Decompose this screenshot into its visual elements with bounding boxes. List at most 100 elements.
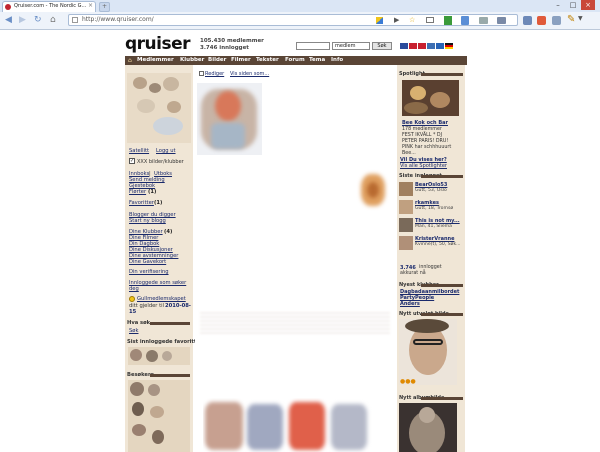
logged-now: akkurat nå — [400, 271, 426, 276]
user-avatar[interactable] — [399, 200, 413, 214]
flag-finland-icon[interactable] — [427, 43, 435, 49]
minimize-button[interactable]: – — [551, 0, 565, 10]
url-text: http://www.qruiser.com/ — [82, 16, 154, 23]
home-icon[interactable]: ⌂ — [50, 15, 56, 25]
reload-icon[interactable]: ↻ — [34, 15, 42, 25]
gold-membership-link[interactable]: Gullmedlemskapet — [137, 296, 186, 302]
newest-album-photo[interactable] — [399, 403, 457, 452]
flag-denmark-icon[interactable] — [418, 43, 426, 49]
satellite-link[interactable]: Satellitt — [129, 148, 149, 154]
image-strip[interactable] — [203, 398, 391, 452]
user-avatar[interactable] — [399, 218, 413, 232]
nav-forum[interactable]: Forum — [285, 57, 305, 63]
search-button[interactable]: Søk — [372, 42, 392, 50]
maximize-button[interactable]: □ — [566, 0, 580, 10]
spotlight-desc-4: Bee... — [402, 151, 416, 156]
main-nav: ⌂ Medlemmer Klubber Bilder Filmer Tekste… — [125, 56, 467, 65]
user-avatar[interactable] — [399, 182, 413, 196]
user-info: Kvinne(t), 50, Søk... — [415, 242, 461, 247]
profile-main-photo[interactable] — [197, 83, 262, 155]
flag-germany-icon[interactable] — [445, 43, 453, 49]
flag-uk-icon[interactable] — [400, 43, 408, 49]
start-blog-link[interactable]: Start ny blogg — [129, 218, 166, 224]
newest-photo[interactable] — [399, 319, 457, 385]
user-info: Gutt, 53, Oslo — [415, 188, 447, 193]
extension-red-icon[interactable] — [537, 16, 546, 25]
search-link[interactable]: Søk — [129, 328, 138, 334]
rating-stars: ●●● — [400, 378, 416, 385]
heading-bar — [150, 322, 190, 325]
gold-date-2: 15 — [129, 309, 137, 315]
user-avatar[interactable] — [399, 236, 413, 250]
gold-smiley-icon — [129, 296, 135, 302]
close-window-button[interactable]: × — [581, 0, 595, 10]
search-type-select[interactable]: medlem — [332, 42, 370, 50]
verification-link[interactable]: Din verifisering — [129, 269, 169, 275]
spotlight-club-name[interactable]: Bee Kok och Bar — [402, 120, 448, 126]
spotlight-desc-2: PETER PARIS! DRU! — [402, 139, 449, 144]
my-gifts-link[interactable]: Dine Gavekort — [129, 259, 166, 265]
favorites-link[interactable]: Favoritter — [129, 200, 154, 206]
page-icon — [72, 17, 78, 23]
camera-icon[interactable] — [523, 16, 532, 25]
profile-photo-blurred[interactable] — [127, 73, 191, 143]
search-heading: Hva søk — [127, 320, 151, 326]
logged-in-count: 3.746 innlogget — [200, 45, 249, 51]
members-count: 105.430 medlemmer — [200, 38, 264, 44]
spotlight-members: 178 medlemmer — [402, 127, 442, 132]
nav-info[interactable]: Info — [331, 57, 343, 63]
tab-title: Qruiser.com - The Nordic G... — [14, 3, 87, 9]
tabs-icon[interactable] — [497, 17, 506, 24]
browser-tab[interactable]: Qruiser.com - The Nordic G... × — [2, 1, 96, 12]
spotlight-photo[interactable] — [402, 80, 459, 116]
flag-sweden-icon[interactable] — [436, 43, 444, 49]
search-input[interactable] — [296, 42, 330, 50]
nav-bilder[interactable]: Bilder — [208, 57, 226, 63]
go-icon[interactable]: ▶ — [394, 16, 399, 24]
wrench-icon[interactable]: ✎ — [567, 14, 575, 25]
qruiser-favicon-icon — [5, 4, 11, 10]
nav-tekster[interactable]: Tekster — [256, 57, 279, 63]
home-nav-icon[interactable]: ⌂ — [128, 57, 132, 64]
nav-klubber[interactable]: Klubber — [180, 57, 204, 63]
spotlight-desc-1: FEST IKVÄLL * DJ — [402, 133, 443, 138]
chevron-down-icon[interactable]: ▼ — [578, 15, 583, 22]
spotlight-desc-3: PINK har schhhuuurt — [402, 145, 452, 150]
address-bar[interactable]: http://www.qruiser.com/ ▶ ☆ — [68, 14, 518, 26]
logged-in-searching-link-2[interactable]: deg — [129, 286, 139, 292]
view-page-as-link[interactable]: Vis siden som... — [230, 71, 269, 77]
all-spotlights-link[interactable]: Vis alle Spotlighter — [400, 163, 447, 169]
logged-label: innlogget — [419, 265, 442, 270]
user-info: Man, 41, Sliema — [415, 224, 452, 229]
mail-icon[interactable] — [426, 17, 434, 23]
nav-tema[interactable]: Tema — [309, 57, 325, 63]
qruiser-logo[interactable]: qruiser — [125, 34, 191, 54]
logout-link[interactable]: Logg ut — [156, 148, 176, 154]
nav-filmer[interactable]: Filmer — [231, 57, 251, 63]
new-tab-button[interactable]: + — [99, 2, 110, 12]
xxx-checkbox-label: XXX bilder/klubber — [137, 159, 184, 165]
flirts-link[interactable]: Flørter — [129, 189, 146, 195]
extension-icon[interactable] — [376, 17, 383, 24]
visitors-thumbs[interactable] — [128, 380, 190, 452]
tab-close-icon[interactable]: × — [88, 2, 93, 9]
heading-bar — [421, 397, 463, 400]
heading-bar — [421, 313, 463, 316]
edit-link[interactable]: Rediger — [205, 71, 224, 77]
edit-icon[interactable] — [199, 71, 204, 76]
nav-medlemmer[interactable]: Medlemmer — [137, 57, 174, 63]
translate-icon[interactable] — [461, 16, 469, 25]
xxx-checkbox[interactable]: ✓ — [129, 158, 135, 164]
forward-icon[interactable]: ▶ — [19, 15, 26, 25]
page-menu-icon[interactable] — [552, 16, 561, 25]
document-icon[interactable] — [444, 16, 452, 25]
recent-favorites-thumbs[interactable] — [128, 347, 190, 365]
back-icon[interactable]: ◀ — [5, 15, 12, 25]
club-link[interactable]: Anders — [400, 301, 420, 307]
flag-norway-icon[interactable] — [409, 43, 417, 49]
screenshot-icon[interactable] — [479, 17, 488, 24]
heading-bar — [421, 284, 463, 287]
gold-date-1: 2010-08- — [165, 303, 191, 309]
blurred-image[interactable] — [353, 168, 391, 214]
bookmark-star-icon[interactable]: ☆ — [409, 16, 415, 24]
